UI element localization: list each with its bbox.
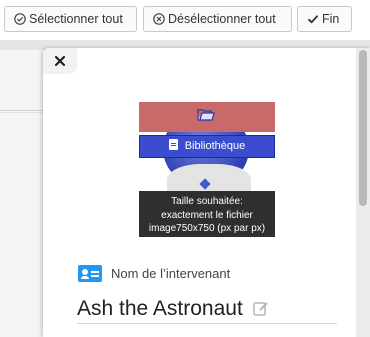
library-button[interactable]: Bibliothèque [139, 135, 275, 158]
library-button-label: Bibliothèque [184, 140, 246, 152]
document-icon [168, 139, 178, 150]
check-icon [307, 15, 319, 24]
finish-button[interactable]: Fin [297, 6, 352, 32]
check-circle-icon [14, 13, 26, 25]
deselect-all-label: Désélectionner tout [168, 12, 276, 26]
close-button[interactable] [43, 48, 77, 74]
avatar-upload[interactable]: Bibliothèque Taille souhaitée: exactemen… [139, 102, 275, 237]
top-toolbar: Sélectionner tout Désélectionner tout Fi… [0, 0, 370, 40]
intervenant-label: Nom de l’intervenant [111, 266, 231, 281]
scrollbar[interactable] [356, 48, 370, 337]
intervenant-name[interactable]: Ash the Astronaut [77, 297, 243, 321]
close-icon [55, 56, 65, 66]
select-all-label: Sélectionner tout [29, 12, 123, 26]
contact-card-icon [78, 265, 102, 282]
finish-label: Fin [322, 12, 340, 26]
deselect-all-button[interactable]: Désélectionner tout [143, 6, 292, 32]
folder-icon [197, 109, 215, 121]
tooltip-line: Taille souhaitée: [171, 196, 243, 207]
scrollbar-thumb[interactable] [359, 50, 367, 206]
select-all-button[interactable]: Sélectionner tout [4, 6, 137, 32]
x-circle-icon [153, 13, 165, 25]
size-tooltip: Taille souhaitée: exactement le fichier … [139, 191, 275, 237]
tooltip-line: exactement le fichier [161, 209, 253, 221]
name-underline [77, 323, 337, 324]
tooltip-line: image750x750 (px par px) [148, 223, 266, 234]
edit-icon[interactable] [253, 301, 269, 317]
speaker-modal: Bibliothèque Taille souhaitée: exactemen… [43, 48, 370, 337]
